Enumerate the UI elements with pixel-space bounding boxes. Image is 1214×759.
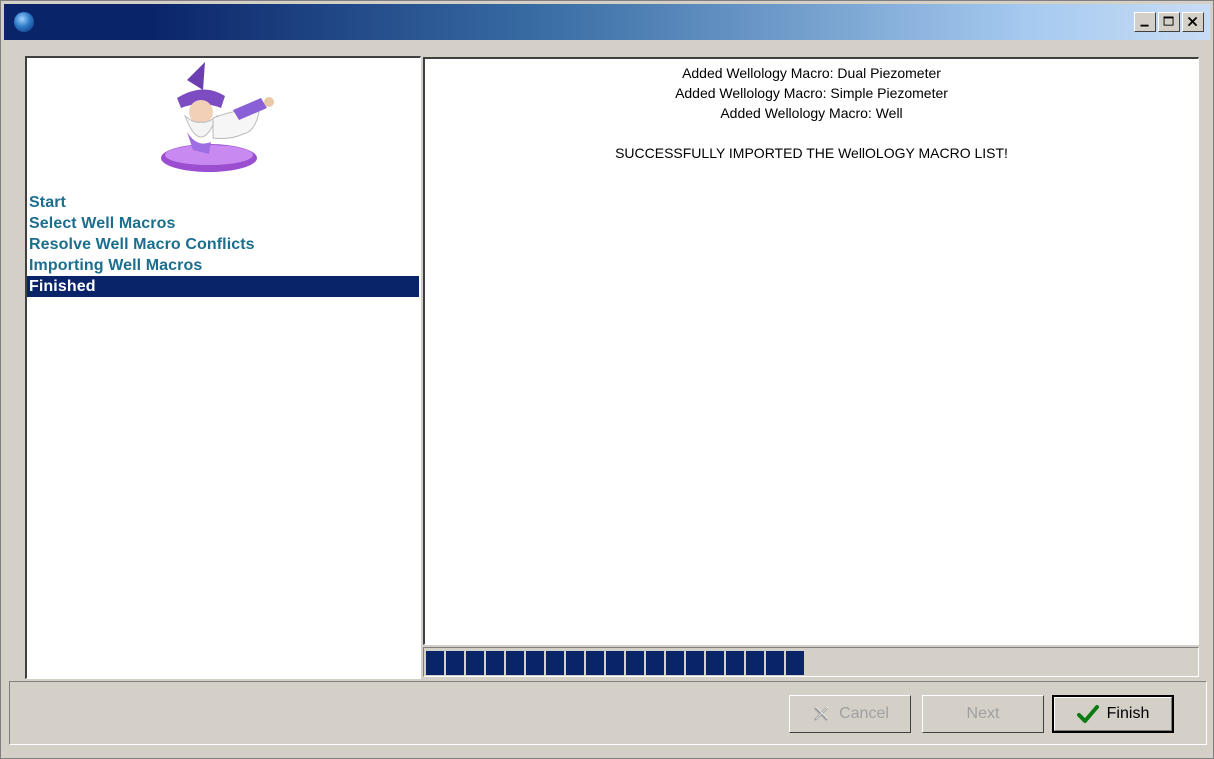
progress-segment: [526, 651, 544, 675]
progress-segment: [546, 651, 564, 675]
progress-segment: [446, 651, 464, 675]
finish-button[interactable]: Finish: [1052, 695, 1174, 733]
minimize-icon: [1140, 24, 1149, 27]
log-lines: Added Wellology Macro: Dual Piezometer A…: [425, 63, 1198, 163]
cancel-button[interactable]: Cancel: [789, 695, 911, 733]
progress-fill: [426, 651, 804, 675]
progress-segment: [706, 651, 724, 675]
wizard-steps-panel: Start Select Well Macros Resolve Well Ma…: [25, 56, 421, 679]
import-log-panel[interactable]: Added Wellology Macro: Dual Piezometer A…: [423, 57, 1199, 645]
progress-segment: [626, 651, 644, 675]
maximize-icon: [1163, 16, 1174, 26]
next-label: Next: [966, 705, 1000, 722]
progress-segment: [486, 651, 504, 675]
progress-bar: [423, 647, 1199, 677]
wizard-window: Start Select Well Macros Resolve Well Ma…: [0, 0, 1214, 759]
cancel-label: Cancel: [839, 705, 889, 722]
progress-segment: [786, 651, 804, 675]
progress-segment: [726, 651, 744, 675]
step-start[interactable]: Start: [27, 192, 419, 213]
maximize-button[interactable]: [1158, 12, 1180, 32]
progress-segment: [466, 651, 484, 675]
title-bar[interactable]: [4, 4, 1210, 40]
progress-segment: [746, 651, 764, 675]
step-resolve-conflicts[interactable]: Resolve Well Macro Conflicts: [27, 234, 419, 255]
minimize-button[interactable]: [1134, 12, 1156, 32]
progress-segment: [566, 651, 584, 675]
button-bar: Cancel Next Finish: [9, 681, 1207, 745]
log-line: SUCCESSFULLY IMPORTED THE WellOLOGY MACR…: [615, 145, 1008, 161]
progress-segment: [506, 651, 524, 675]
progress-segment: [586, 651, 604, 675]
steps-list: Start Select Well Macros Resolve Well Ma…: [27, 192, 419, 297]
next-button[interactable]: Next: [922, 695, 1044, 733]
close-button[interactable]: [1182, 12, 1204, 32]
progress-segment: [766, 651, 784, 675]
log-line: Added Wellology Macro: Dual Piezometer: [682, 65, 941, 81]
x-icon: [814, 706, 829, 721]
close-icon: [1187, 16, 1198, 27]
log-line: Added Wellology Macro: Well: [720, 105, 903, 121]
progress-segment: [646, 651, 664, 675]
progress-segment: [606, 651, 624, 675]
progress-segment: [426, 651, 444, 675]
progress-segment: [666, 651, 684, 675]
step-importing[interactable]: Importing Well Macros: [27, 255, 419, 276]
window-controls: [1134, 12, 1204, 32]
checkmark-icon: [1076, 705, 1099, 723]
log-line: Added Wellology Macro: Simple Piezometer: [675, 85, 948, 101]
step-finished[interactable]: Finished: [27, 276, 419, 297]
progress-segment: [686, 651, 704, 675]
step-select-well-macros[interactable]: Select Well Macros: [27, 213, 419, 234]
wizard-icon: [161, 62, 274, 172]
finish-label: Finish: [1106, 705, 1150, 722]
globe-icon[interactable]: [14, 12, 34, 32]
